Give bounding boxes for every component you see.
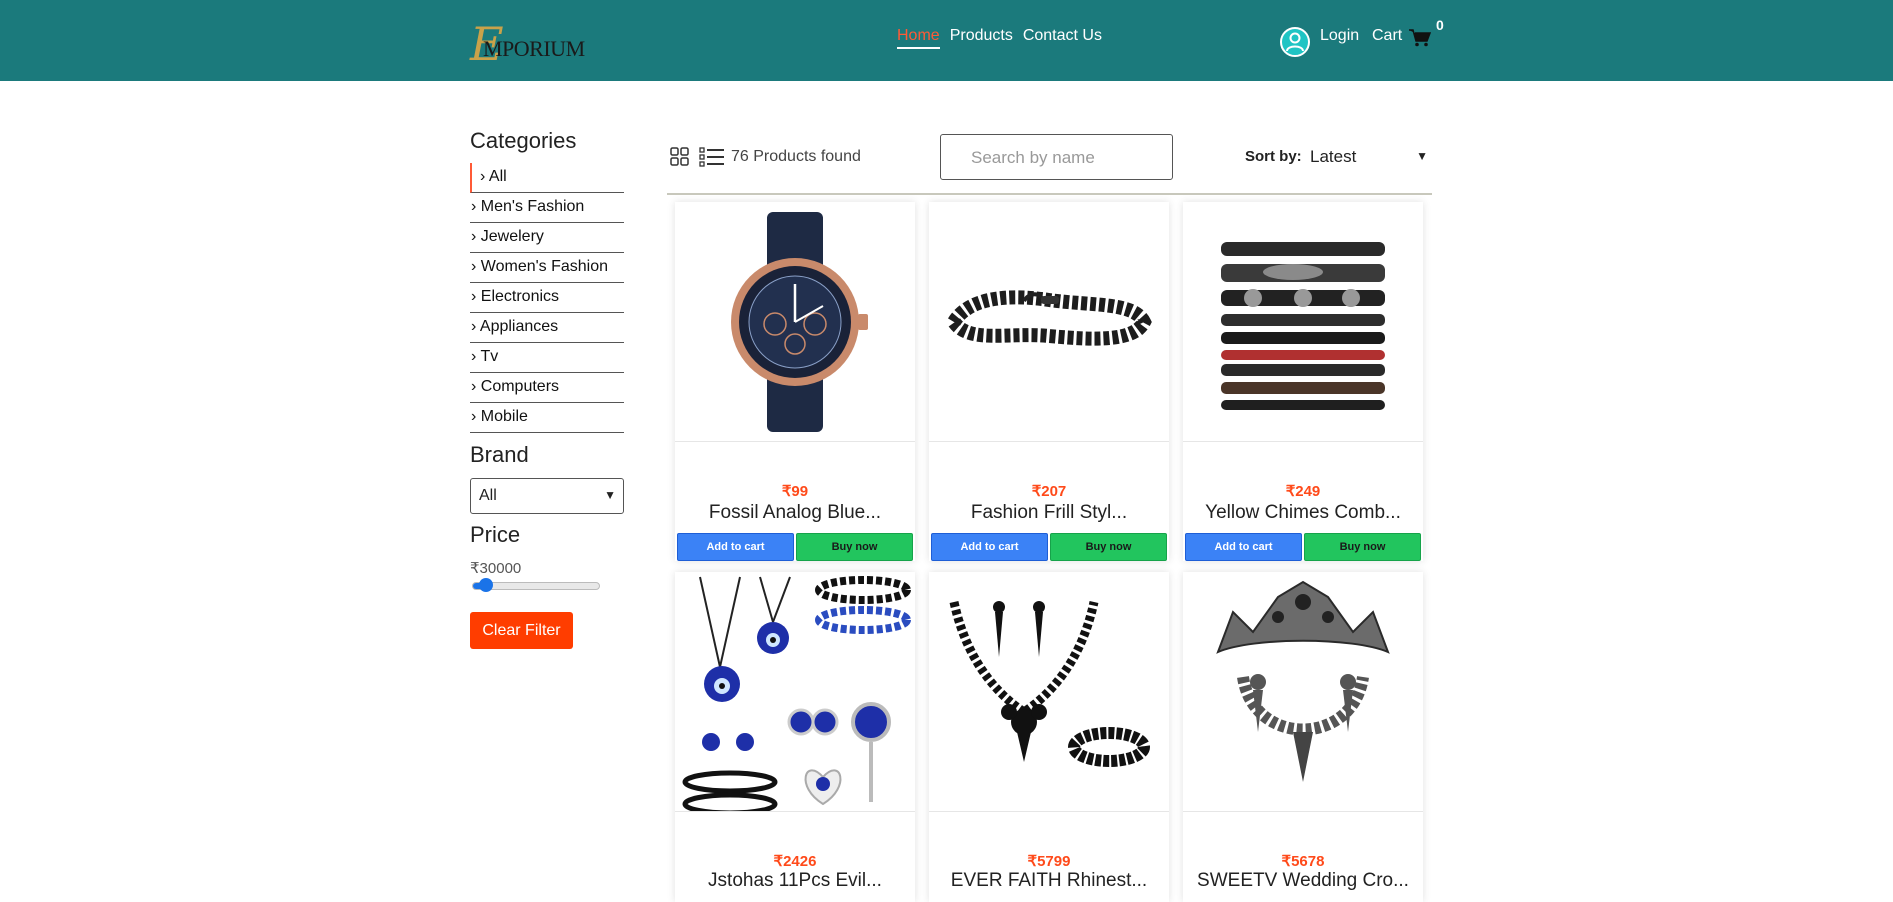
chevron-down-icon: ▼: [604, 488, 616, 502]
brand-selected-value: All: [479, 487, 497, 504]
product-price: ₹99: [781, 483, 809, 500]
sort-selected-value: Latest: [1310, 147, 1357, 166]
product-card[interactable]: ₹99 Fossil Analog Blue... Add to cart Bu…: [675, 202, 915, 561]
cart-icon[interactable]: [1409, 29, 1431, 47]
product-card[interactable]: ₹249 Yellow Chimes Comb... Add to cart B…: [1183, 202, 1423, 561]
product-image-necklace-set[interactable]: [929, 572, 1169, 812]
buy-now-button[interactable]: Buy now: [1050, 533, 1167, 561]
product-name[interactable]: EVER FAITH Rhinest...: [929, 870, 1169, 892]
user-avatar-icon[interactable]: [1280, 27, 1310, 57]
login-link[interactable]: Login: [1320, 27, 1359, 45]
price-value: ₹30000: [470, 560, 522, 577]
add-to-cart-button[interactable]: Add to cart: [677, 533, 794, 561]
price-title: Price: [470, 522, 521, 547]
category-all[interactable]: › All: [470, 163, 624, 193]
product-card[interactable]: ₹5678 SWEETV Wedding Cro...: [1183, 572, 1423, 902]
product-card[interactable]: ₹2426 Jstohas 11Pcs Evil...: [675, 572, 915, 902]
category-womens-fashion[interactable]: › Women's Fashion: [470, 253, 624, 283]
product-name[interactable]: SWEETV Wedding Cro...: [1183, 870, 1423, 892]
list-view-icon[interactable]: [699, 147, 725, 167]
main-nav: Home Products Contact Us: [897, 27, 1102, 49]
product-name[interactable]: Fossil Analog Blue...: [675, 502, 915, 524]
product-price: ₹5799: [1027, 853, 1071, 870]
categories-title: Categories: [470, 128, 577, 153]
product-name[interactable]: Fashion Frill Styl...: [929, 502, 1169, 524]
clear-filter-button[interactable]: Clear Filter: [470, 612, 573, 649]
product-image-tiara-set[interactable]: [1183, 572, 1423, 812]
product-image-watch[interactable]: [675, 202, 915, 442]
category-mobile[interactable]: › Mobile: [470, 403, 624, 433]
categories-list: › All › Men's Fashion › Jewelery › Women…: [470, 163, 624, 433]
brand-select[interactable]: All ▼: [470, 478, 624, 514]
product-image-leather-bracelets[interactable]: [1183, 202, 1423, 442]
add-to-cart-button[interactable]: Add to cart: [931, 533, 1048, 561]
product-price: ₹249: [1285, 483, 1321, 500]
sort-select[interactable]: Latest ▼: [1310, 147, 1428, 167]
category-mens-fashion[interactable]: › Men's Fashion: [470, 193, 624, 223]
product-image-evil-eye-jewelry[interactable]: [675, 572, 915, 812]
top-navbar: E MPORIUM Home Products Contact Us Login…: [0, 0, 1893, 81]
price-slider-thumb[interactable]: [479, 578, 494, 592]
add-to-cart-button[interactable]: Add to cart: [1185, 533, 1302, 561]
category-jewelery[interactable]: › Jewelery: [470, 223, 624, 253]
category-electronics[interactable]: › Electronics: [470, 283, 624, 313]
buy-now-button[interactable]: Buy now: [1304, 533, 1421, 561]
product-card[interactable]: ₹5799 EVER FAITH Rhinest...: [929, 572, 1169, 902]
nav-products[interactable]: Products: [950, 27, 1013, 49]
nav-home[interactable]: Home: [897, 27, 940, 49]
emporium-logo[interactable]: E MPORIUM: [470, 21, 585, 67]
category-appliances[interactable]: › Appliances: [470, 313, 624, 343]
search-input[interactable]: Search by name: [940, 134, 1173, 180]
product-image-chain-bracelet[interactable]: [929, 202, 1169, 442]
product-price: ₹5678: [1281, 853, 1325, 870]
grid-view-icon[interactable]: [670, 147, 690, 167]
product-name[interactable]: Jstohas 11Pcs Evil...: [675, 870, 915, 892]
brand-title: Brand: [470, 442, 529, 467]
nav-contact-us[interactable]: Contact Us: [1023, 27, 1102, 49]
cart-count-badge: 0: [1436, 17, 1444, 33]
product-price: ₹2426: [773, 853, 817, 870]
buy-now-button[interactable]: Buy now: [796, 533, 913, 561]
category-computers[interactable]: › Computers: [470, 373, 624, 403]
category-tv[interactable]: › Tv: [470, 343, 624, 373]
logo-text: MPORIUM: [483, 36, 585, 61]
cart-link[interactable]: Cart: [1372, 27, 1402, 45]
products-found-count: 76 Products found: [731, 148, 861, 165]
toolbar-divider: [667, 193, 1432, 195]
chevron-down-icon: ▼: [1416, 149, 1428, 163]
sort-label: Sort by:: [1245, 148, 1302, 165]
product-price: ₹207: [1031, 483, 1067, 500]
product-name[interactable]: Yellow Chimes Comb...: [1183, 502, 1423, 524]
product-card[interactable]: ₹207 Fashion Frill Styl... Add to cart B…: [929, 202, 1169, 561]
